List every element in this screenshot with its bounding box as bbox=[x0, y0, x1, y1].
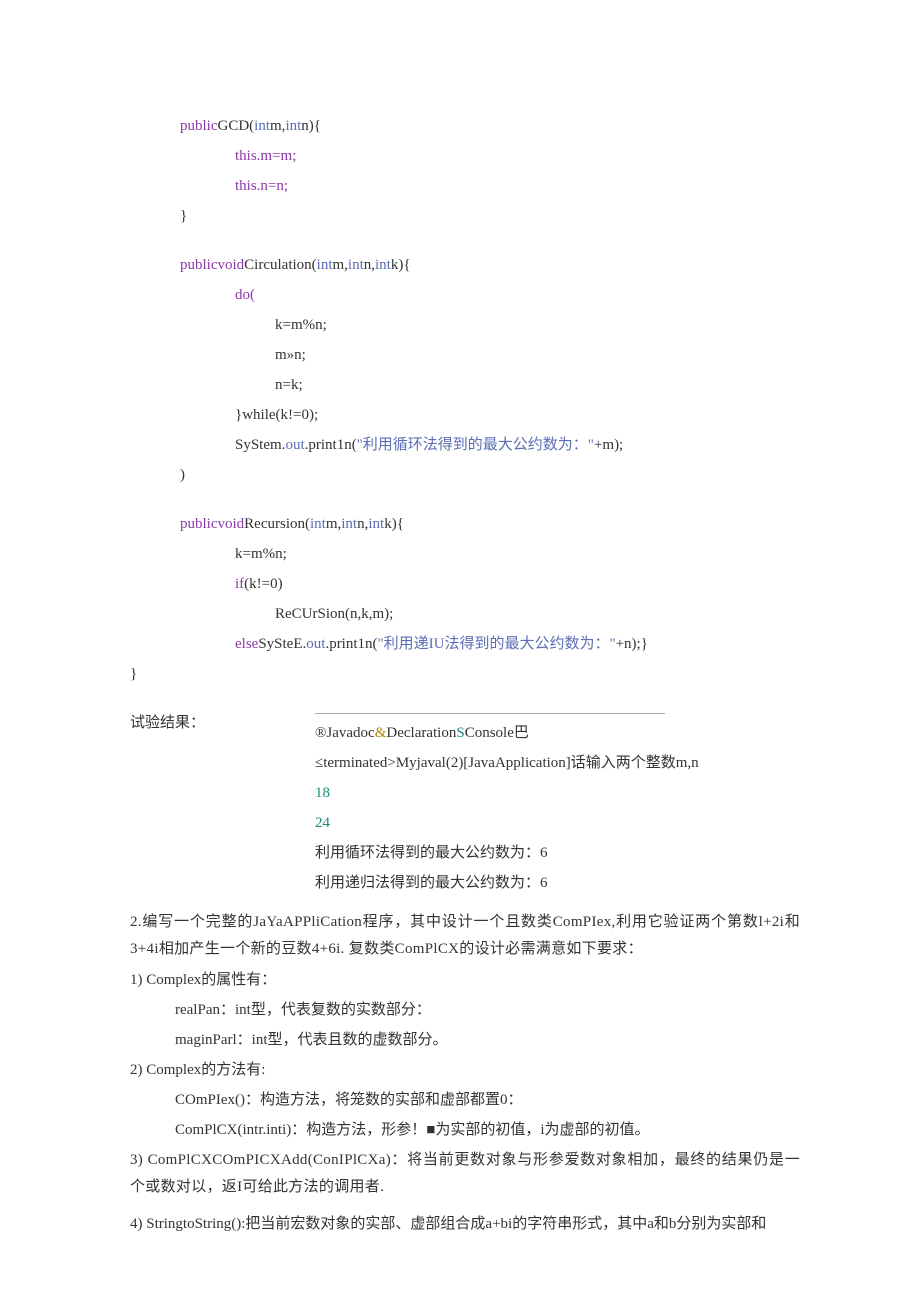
code-line: SyStem.out.print1n("利用循环法得到的最大公约数为："+m); bbox=[130, 432, 800, 459]
list-item: 3) ComPlCXCOmPICXAdd(ConIPlCXa)：将当前更数对象与… bbox=[130, 1147, 800, 1201]
code-line: }while(k!=0); bbox=[130, 402, 800, 429]
code-line: ReCUrSion(n,k,m); bbox=[130, 601, 800, 628]
code-line: n=k; bbox=[130, 372, 800, 399]
code-line: this.m=m; bbox=[130, 143, 800, 170]
divider bbox=[315, 713, 665, 714]
sub-item: maginParl：int型，代表且数的虚数部分。 bbox=[175, 1027, 800, 1054]
result-label: 试验结果： bbox=[130, 710, 205, 737]
console-input: 24 bbox=[315, 810, 800, 837]
code-line: ) bbox=[130, 462, 800, 489]
code-line: m»n; bbox=[130, 342, 800, 369]
list-item: 1) Complex的属性有： bbox=[130, 967, 800, 994]
sub-item: realPan：int型，代表复数的实数部分： bbox=[175, 997, 800, 1024]
code-line: if(k!=0) bbox=[130, 571, 800, 598]
code-line: publicvoidRecursion(intm,intn,intk){ bbox=[130, 511, 800, 538]
code-line: } bbox=[130, 661, 800, 688]
console-output: 利用循环法得到的最大公约数为：6 bbox=[315, 840, 800, 867]
sub-item: COmPIex()：构造方法，将笼数的实部和虚部都置0： bbox=[175, 1087, 800, 1114]
result-section: 试验结果： ®Javadoc&DeclarationSConsole巴 ≤ter… bbox=[130, 710, 800, 897]
console-output: 利用递归法得到的最大公约数为：6 bbox=[315, 870, 800, 897]
code-line: elseSySteE.out.print1n("利用递IU法得到的最大公约数为：… bbox=[130, 631, 800, 658]
code-line: k=m%n; bbox=[130, 541, 800, 568]
console-block: ®Javadoc&DeclarationSConsole巴 ≤terminate… bbox=[315, 713, 800, 897]
document-page: publicGCD(intm,intn){ this.m=m; this.n=n… bbox=[0, 0, 920, 1301]
code-line: k=m%n; bbox=[130, 312, 800, 339]
paragraph: 2.编写一个完整的JaYaAPPliCation程序，其中设计一个且数类ComP… bbox=[130, 909, 800, 963]
keyword: public bbox=[180, 118, 218, 134]
code-line: publicGCD(intm,intn){ bbox=[130, 113, 800, 140]
sub-item: ComPlCX(intr.inti)：构造方法，形参！■为实部的初值，i为虚部的… bbox=[175, 1117, 800, 1144]
list-item: 4) StringtoString():把当前宏数对象的实部、虚部组合成a+bi… bbox=[130, 1211, 800, 1238]
console-line: ≤terminated>Myjaval(2)[JavaApplication]话… bbox=[315, 750, 800, 777]
console-line: ®Javadoc&DeclarationSConsole巴 bbox=[315, 720, 800, 747]
code-line: publicvoidCirculation(intm,intn,intk){ bbox=[130, 252, 800, 279]
code-line: this.n=n; bbox=[130, 173, 800, 200]
list-item: 2) Complex的方法有: bbox=[130, 1057, 800, 1084]
console-input: 18 bbox=[315, 780, 800, 807]
code-line: do( bbox=[130, 282, 800, 309]
code-line: } bbox=[130, 203, 800, 230]
